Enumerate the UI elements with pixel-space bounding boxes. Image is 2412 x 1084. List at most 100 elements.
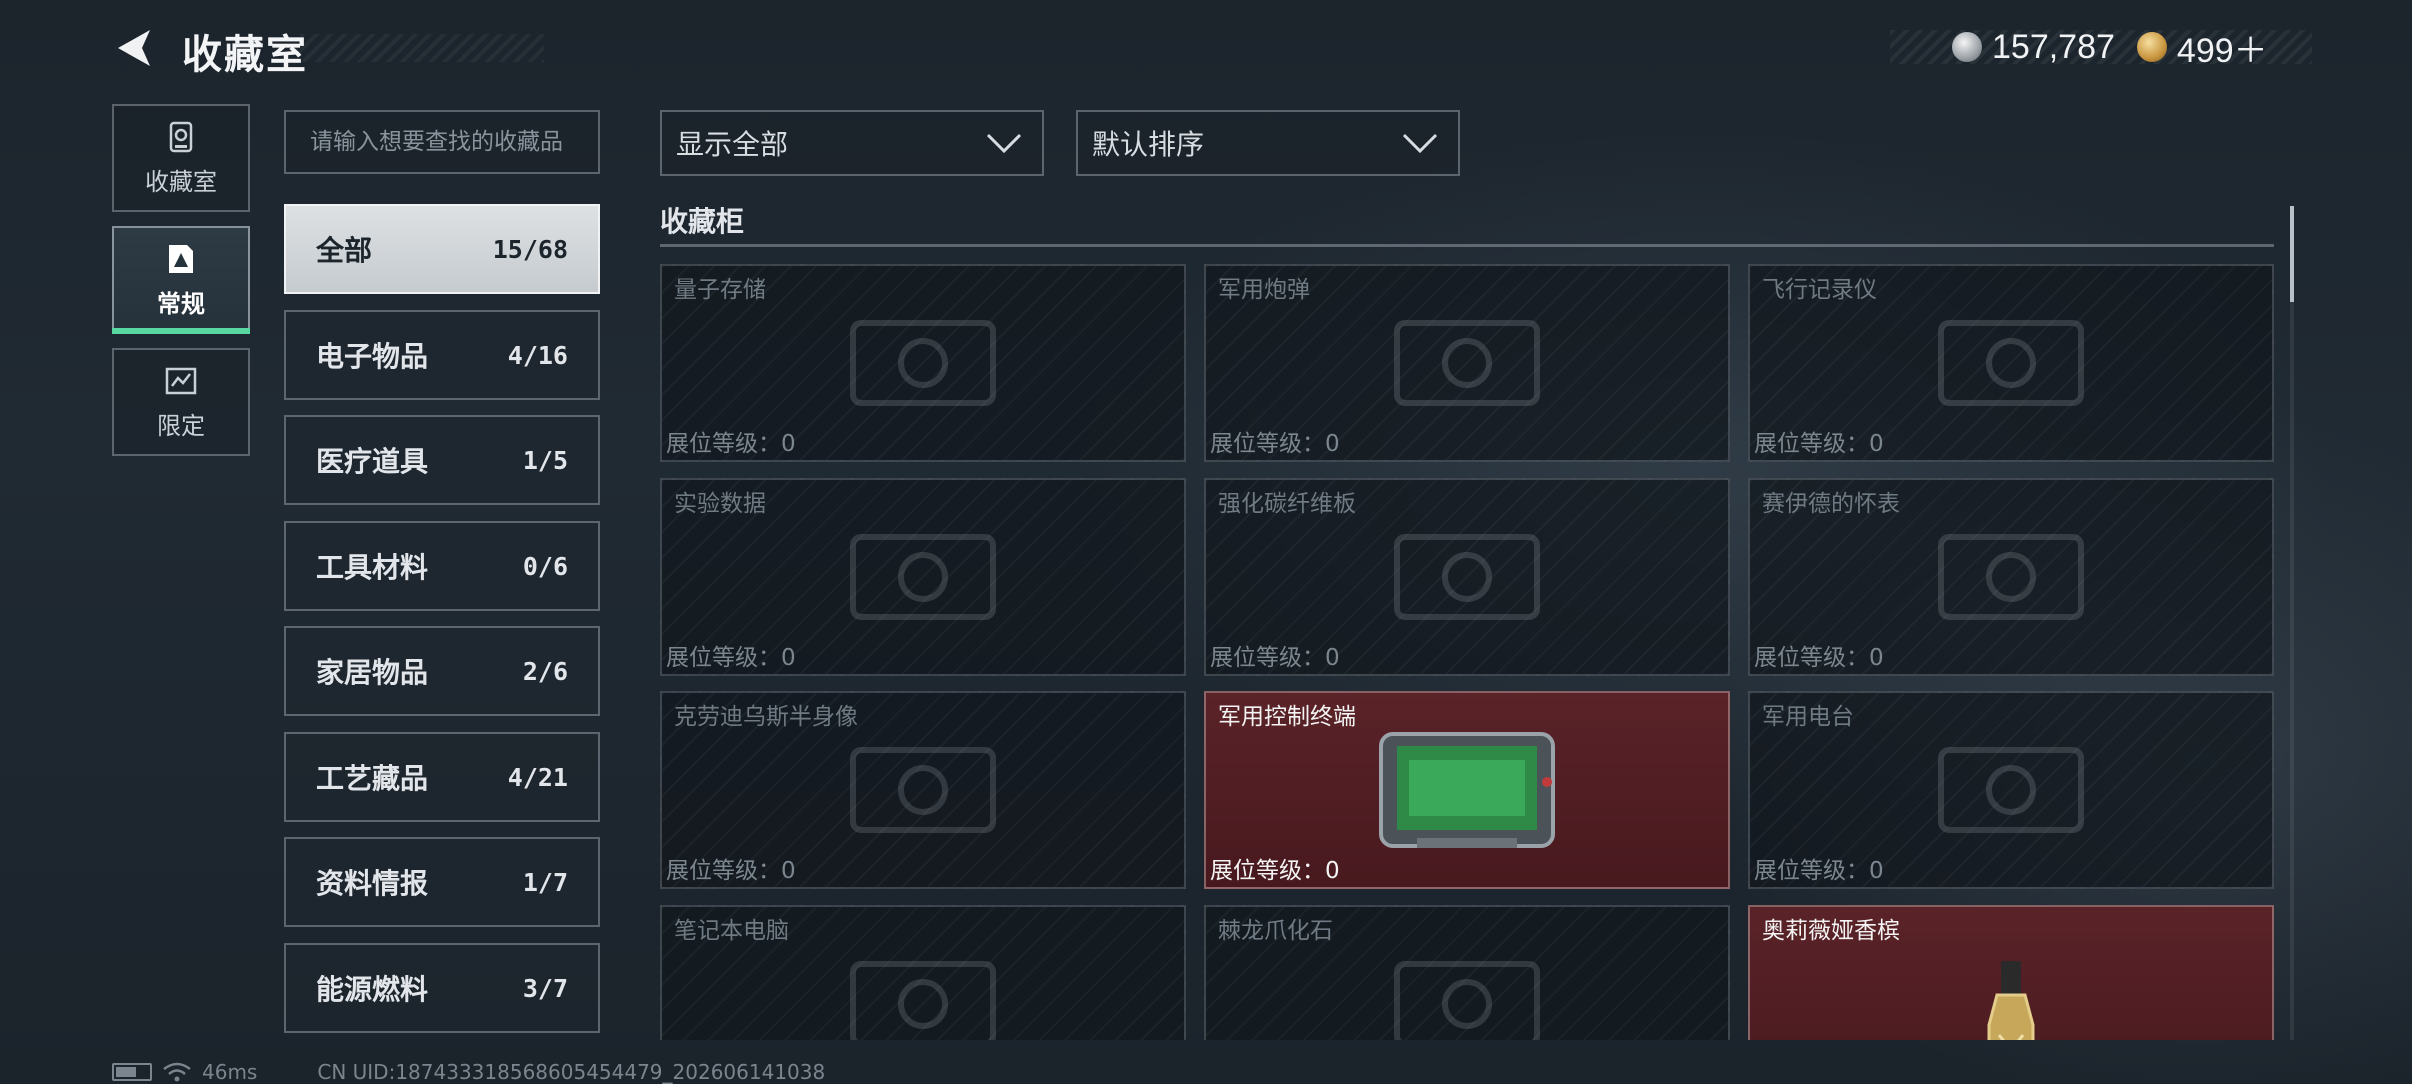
category-name: 医疗道具 (316, 445, 429, 478)
item-display-level: 展位等级：0 (666, 431, 796, 457)
category-tools[interactable]: 工具材料 0/6 (284, 521, 600, 611)
item-name: 军用炮弹 (1218, 277, 1310, 303)
item-display-level: 展位等级：0 (1210, 431, 1340, 457)
item-image (1901, 507, 2121, 647)
card-corner-bracket (662, 666, 670, 674)
item-image (1901, 955, 2121, 1040)
collection-item-card[interactable]: 棘龙爪化石 (1204, 905, 1730, 1040)
category-medical[interactable]: 医疗道具 1/5 (284, 415, 600, 505)
card-corner-bracket (2264, 879, 2272, 887)
category-name: 资料情报 (316, 867, 429, 900)
card-corner-bracket (1750, 907, 1758, 915)
category-household[interactable]: 家居物品 2/6 (284, 626, 600, 716)
battery-icon (112, 1063, 152, 1081)
rail-item-label: 限定 (157, 411, 205, 440)
card-corner-bracket (1720, 480, 1728, 488)
card-corner-bracket (2264, 693, 2272, 701)
item-display-level: 展位等级：0 (666, 645, 796, 671)
item-name: 克劳迪乌斯半身像 (674, 704, 858, 730)
card-corner-bracket (2264, 480, 2272, 488)
scrollbar-thumb[interactable] (2290, 206, 2294, 302)
card-corner-bracket (1720, 907, 1728, 915)
regular-collection-icon (169, 244, 193, 273)
collection-item-card[interactable]: 实验数据展位等级：0 (660, 478, 1186, 676)
rail-item-regular[interactable]: 常规 (112, 226, 250, 334)
display-filter-dropdown[interactable]: 显示全部 (660, 110, 1044, 176)
card-corner-bracket (1176, 693, 1184, 701)
category-count: 1/5 (522, 445, 568, 475)
search-input[interactable] (284, 110, 600, 174)
wifi-icon (163, 1062, 191, 1082)
item-image (813, 507, 1033, 647)
card-corner-bracket (1176, 907, 1184, 915)
collection-item-card[interactable]: 飞行记录仪 展位等级：0 (1748, 264, 2274, 462)
category-fuel[interactable]: 能源燃料 3/7 (284, 943, 600, 1033)
category-name: 家居物品 (316, 656, 429, 689)
item-image (1901, 293, 2121, 433)
category-crafts[interactable]: 工艺藏品 4/21 (284, 732, 600, 822)
collection-grid: 量子存储 展位等级：0 军用炮弹 展位等级：0 飞行记录仪 展位等级：0 实验数据 展位等级：… (660, 262, 2274, 1040)
category-count: 1/7 (522, 867, 568, 897)
card-corner-bracket (1750, 693, 1758, 701)
item-display-level: 展位等级：0 (666, 858, 796, 884)
item-image (813, 934, 1033, 1040)
category-electronics[interactable]: 电子物品 4/16 (284, 310, 600, 400)
item-display-level: 展位等级：0 (1210, 858, 1340, 884)
card-corner-bracket (1750, 266, 1758, 274)
card-corner-bracket (1176, 879, 1184, 887)
collection-room-icon (169, 121, 193, 152)
card-corner-bracket (1750, 666, 1758, 674)
item-image (1357, 934, 1577, 1040)
collection-item-card[interactable]: 军用炮弹展位等级：0 (1204, 264, 1730, 462)
item-display-level: 展位等级：0 (1210, 645, 1340, 671)
display-filter-value: 显示全部 (676, 128, 789, 161)
collection-item-card[interactable]: 军用电台 展位等级：0 (1748, 691, 2274, 889)
section-divider (660, 244, 2274, 247)
currency-bar: 157,787 499＋ (1890, 28, 2312, 70)
card-corner-bracket (1206, 480, 1214, 488)
card-corner-bracket (1206, 266, 1214, 274)
collection-item-card[interactable]: 奥莉薇娅香槟 (1748, 905, 2274, 1040)
item-name: 奥莉薇娅香槟 (1762, 918, 1900, 944)
card-corner-bracket (662, 907, 670, 915)
category-name: 能源燃料 (316, 973, 429, 1006)
collection-item-card[interactable]: 笔记本电脑 (660, 905, 1186, 1040)
item-name: 实验数据 (674, 491, 766, 517)
category-intel[interactable]: 资料情报 1/7 (284, 837, 600, 927)
title-decoration (300, 34, 544, 62)
rail-item-collection-room[interactable]: 收藏室 (112, 104, 250, 212)
category-count: 0/6 (522, 551, 568, 581)
card-corner-bracket (1720, 452, 1728, 460)
sort-dropdown[interactable]: 默认排序 (1076, 110, 1460, 176)
card-corner-bracket (1720, 666, 1728, 674)
collection-item-card[interactable]: 克劳迪乌斯半身像展位等级：0 (660, 691, 1186, 889)
card-corner-bracket (662, 693, 670, 701)
chevron-down-icon (1402, 133, 1438, 154)
item-name: 军用电台 (1762, 704, 1854, 730)
card-corner-bracket (662, 879, 670, 887)
collection-item-card[interactable]: 赛伊德的怀表 展位等级：0 (1748, 478, 2274, 676)
section-title: 收藏柜 (660, 205, 745, 238)
rail-item-limited[interactable]: 限定 (112, 348, 250, 456)
card-corner-bracket (1206, 452, 1214, 460)
category-name: 工具材料 (316, 551, 429, 584)
collection-item-card[interactable]: 强化碳纤维板展位等级：0 (1204, 478, 1730, 676)
item-name: 强化碳纤维板 (1218, 491, 1356, 517)
collection-item-card[interactable]: 量子存储 展位等级：0 (660, 264, 1186, 462)
gold-currency-value[interactable]: 499＋ (2177, 23, 2268, 72)
category-name: 电子物品 (316, 340, 429, 373)
collection-item-card[interactable]: 军用控制终端 展位等级：0 (1204, 691, 1730, 889)
card-corner-bracket (2264, 266, 2272, 274)
category-all[interactable]: 全部 15/68 (284, 204, 600, 294)
card-corner-bracket (2264, 666, 2272, 674)
item-image (813, 720, 1033, 860)
category-count: 2/6 (522, 656, 568, 686)
ping-value: 46ms (202, 1060, 258, 1084)
card-corner-bracket (2264, 907, 2272, 915)
back-arrow-icon[interactable] (112, 26, 156, 70)
rail-item-label: 收藏室 (145, 167, 217, 196)
status-footer: 46ms CN UID:18743331856860545447​9_20260… (112, 1060, 825, 1084)
scrollbar-track[interactable] (2290, 206, 2294, 1040)
card-corner-bracket (1206, 907, 1214, 915)
card-corner-bracket (662, 266, 670, 274)
